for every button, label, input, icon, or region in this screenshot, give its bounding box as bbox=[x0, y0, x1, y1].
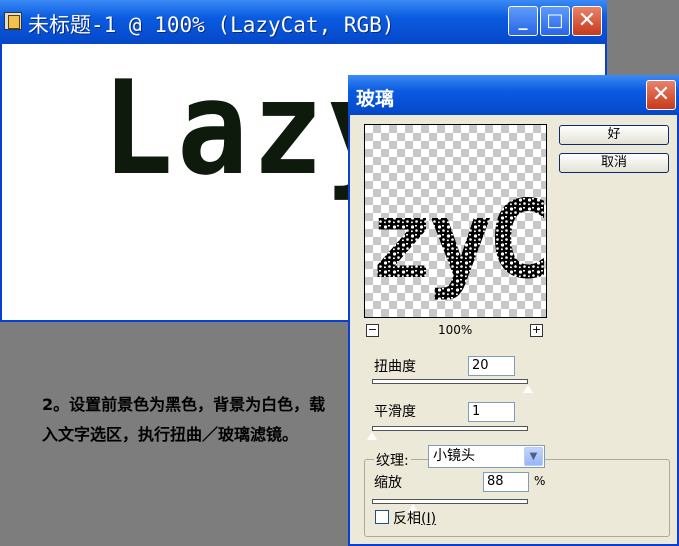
scaling-unit: % bbox=[534, 474, 546, 488]
instruction-text: 2。设置前景色为黑色，背景为白色，载入文字选区，执行扭曲／玻璃滤镜。 bbox=[42, 395, 326, 444]
scaling-slider-track[interactable] bbox=[372, 499, 528, 504]
invert-mnemonic: (I) bbox=[421, 511, 437, 527]
document-titlebar[interactable]: 未标题-1 @ 100% (LazyCat, RGB) _ □ ✕ bbox=[0, 0, 607, 44]
chevron-down-icon[interactable]: ▼ bbox=[524, 447, 543, 466]
distortion-slider-track[interactable] bbox=[372, 379, 528, 384]
smoothness-label: 平滑度 bbox=[374, 404, 416, 420]
cancel-button[interactable]: 取消 bbox=[559, 153, 669, 173]
minimize-button[interactable]: _ bbox=[508, 6, 538, 36]
scaling-input[interactable]: 88 bbox=[483, 472, 529, 492]
glass-filter-dialog: 玻璃 ✕ zyC 好 取消 − 100% + 扭曲度 20 平滑度 1 纹理: … bbox=[348, 75, 679, 546]
photoshop-document-icon[interactable] bbox=[4, 12, 22, 30]
scaling-label: 缩放 bbox=[374, 475, 402, 491]
ok-button[interactable]: 好 bbox=[559, 125, 669, 145]
zoom-out-button[interactable]: − bbox=[366, 324, 379, 337]
dialog-title: 玻璃 bbox=[356, 88, 395, 110]
smoothness-slider-thumb[interactable] bbox=[366, 431, 378, 441]
zoom-level: 100% bbox=[438, 323, 473, 337]
maximize-button[interactable]: □ bbox=[540, 6, 570, 36]
invert-checkbox[interactable] bbox=[375, 510, 389, 524]
texture-select[interactable]: 小镜头 ▼ bbox=[428, 445, 545, 468]
dialog-titlebar[interactable]: 玻璃 ✕ bbox=[348, 75, 679, 115]
zoom-in-button[interactable]: + bbox=[530, 324, 543, 337]
smoothness-input[interactable]: 1 bbox=[468, 402, 515, 422]
dialog-close-button[interactable]: ✕ bbox=[646, 80, 676, 110]
texture-label: 纹理: bbox=[374, 450, 411, 470]
preview-text: zyC bbox=[369, 178, 546, 303]
preview-graphic: zyC bbox=[369, 178, 546, 303]
texture-selected-value: 小镜头 bbox=[433, 448, 475, 464]
filter-preview[interactable]: zyC bbox=[364, 124, 547, 318]
smoothness-slider-track[interactable] bbox=[372, 426, 528, 431]
document-title: 未标题-1 @ 100% (LazyCat, RGB) bbox=[28, 13, 395, 37]
close-button[interactable]: ✕ bbox=[572, 6, 602, 36]
invert-label[interactable]: 反相(I) bbox=[393, 508, 436, 528]
distortion-slider-thumb[interactable] bbox=[522, 384, 534, 394]
invert-label-text: 反相 bbox=[393, 511, 421, 527]
distortion-input[interactable]: 20 bbox=[468, 356, 515, 376]
distortion-label: 扭曲度 bbox=[374, 359, 416, 375]
